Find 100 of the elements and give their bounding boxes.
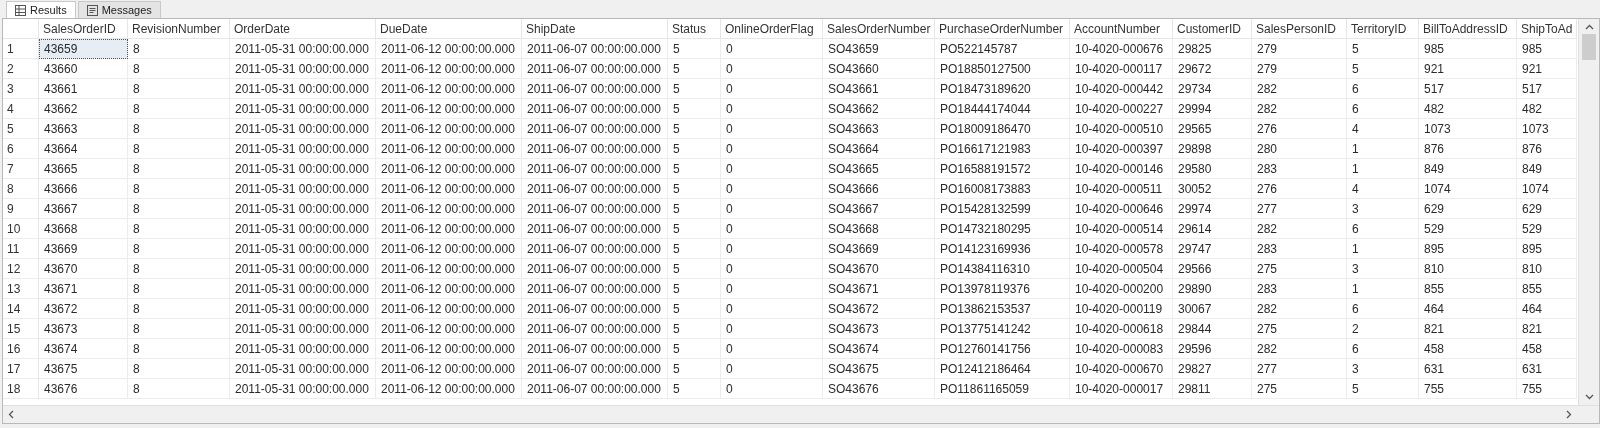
table-cell[interactable]: 10-4020-000618 — [1070, 319, 1173, 339]
table-cell[interactable]: 2011-05-31 00:00:00.000 — [230, 359, 376, 379]
table-cell[interactable]: 6 — [1347, 219, 1419, 239]
table-cell[interactable]: SO43676 — [823, 379, 935, 399]
table-cell[interactable]: 280 — [1252, 139, 1347, 159]
table-cell[interactable]: 10-4020-000117 — [1070, 59, 1173, 79]
table-cell[interactable]: 0 — [721, 239, 823, 259]
table-cell[interactable]: 8 — [128, 239, 230, 259]
table-cell[interactable]: 43664 — [39, 139, 128, 159]
table-cell[interactable]: 1 — [1347, 139, 1419, 159]
table-cell[interactable]: PO18850127500 — [935, 59, 1070, 79]
table-cell[interactable]: PO13978119376 — [935, 279, 1070, 299]
table-cell[interactable]: 10-4020-000017 — [1070, 379, 1173, 399]
table-cell[interactable]: SO43667 — [823, 199, 935, 219]
table-cell[interactable]: 43668 — [39, 219, 128, 239]
table-cell[interactable]: 43669 — [39, 239, 128, 259]
table-cell[interactable]: 6 — [1347, 339, 1419, 359]
table-cell[interactable]: 282 — [1252, 339, 1347, 359]
table-cell[interactable]: 5 — [668, 159, 721, 179]
table-cell[interactable]: 5 — [668, 99, 721, 119]
table-cell[interactable]: SO43675 — [823, 359, 935, 379]
table-cell[interactable]: 2011-06-07 00:00:00.000 — [522, 179, 668, 199]
table-cell[interactable]: 1 — [1347, 239, 1419, 259]
table-cell[interactable]: 2011-06-12 00:00:00.000 — [376, 199, 522, 219]
table-cell[interactable]: PO14384116310 — [935, 259, 1070, 279]
table-cell[interactable]: 2011-05-31 00:00:00.000 — [230, 219, 376, 239]
table-cell[interactable]: SO43665 — [823, 159, 935, 179]
table-cell[interactable]: 2011-05-31 00:00:00.000 — [230, 299, 376, 319]
table-cell[interactable]: 10-4020-000514 — [1070, 219, 1173, 239]
table-cell[interactable]: 5 — [668, 139, 721, 159]
table-cell[interactable]: 855 — [1517, 279, 1577, 299]
table-cell[interactable]: 43659 — [39, 39, 128, 59]
table-cell[interactable]: 283 — [1252, 279, 1347, 299]
table-cell[interactable]: 1074 — [1517, 179, 1577, 199]
table-cell[interactable]: 0 — [721, 219, 823, 239]
table-cell[interactable]: 8 — [128, 79, 230, 99]
table-cell[interactable]: 2011-05-31 00:00:00.000 — [230, 259, 376, 279]
table-cell[interactable]: 895 — [1517, 239, 1577, 259]
table-cell[interactable]: 29974 — [1173, 199, 1252, 219]
table-cell[interactable]: 482 — [1517, 99, 1577, 119]
table-cell[interactable]: 2011-06-12 00:00:00.000 — [376, 119, 522, 139]
table-cell[interactable]: 29614 — [1173, 219, 1252, 239]
table-cell[interactable]: 1073 — [1517, 119, 1577, 139]
table-cell[interactable]: 10-4020-000646 — [1070, 199, 1173, 219]
table-cell[interactable]: 0 — [721, 159, 823, 179]
table-cell[interactable]: 464 — [1517, 299, 1577, 319]
table-cell[interactable]: 275 — [1252, 259, 1347, 279]
table-cell[interactable]: 2011-05-31 00:00:00.000 — [230, 99, 376, 119]
table-cell[interactable]: PO12760141756 — [935, 339, 1070, 359]
table-cell[interactable]: 2011-06-07 00:00:00.000 — [522, 259, 668, 279]
table-cell[interactable]: 517 — [1517, 79, 1577, 99]
table-cell[interactable]: 0 — [721, 59, 823, 79]
table-cell[interactable]: 3 — [1347, 259, 1419, 279]
column-header[interactable]: SalesOrderID — [39, 19, 128, 39]
table-cell[interactable]: 2011-06-12 00:00:00.000 — [376, 379, 522, 399]
table-cell[interactable]: 1073 — [1419, 119, 1517, 139]
table-cell[interactable]: 895 — [1419, 239, 1517, 259]
table-cell[interactable]: 985 — [1517, 39, 1577, 59]
table-cell[interactable]: 276 — [1252, 179, 1347, 199]
table-cell[interactable]: 458 — [1419, 339, 1517, 359]
table-cell[interactable]: 43661 — [39, 79, 128, 99]
table-cell[interactable]: 631 — [1419, 359, 1517, 379]
table-cell[interactable]: 529 — [1419, 219, 1517, 239]
table-cell[interactable]: PO18009186470 — [935, 119, 1070, 139]
table-cell[interactable]: 30067 — [1173, 299, 1252, 319]
table-cell[interactable]: 0 — [721, 79, 823, 99]
table-cell[interactable]: SO43666 — [823, 179, 935, 199]
column-header[interactable]: OnlineOrderFlag — [721, 19, 823, 39]
table-cell[interactable]: 5 — [1347, 59, 1419, 79]
table-cell[interactable]: 43676 — [39, 379, 128, 399]
table-cell[interactable]: 2011-06-12 00:00:00.000 — [376, 59, 522, 79]
table-cell[interactable]: 29811 — [1173, 379, 1252, 399]
table-cell[interactable]: 876 — [1517, 139, 1577, 159]
table-cell[interactable]: 2011-06-07 00:00:00.000 — [522, 359, 668, 379]
table-cell[interactable]: 29890 — [1173, 279, 1252, 299]
table-cell[interactable]: 3 — [1347, 359, 1419, 379]
table-cell[interactable]: 8 — [128, 119, 230, 139]
column-header[interactable]: ShipToAd — [1517, 19, 1577, 39]
table-cell[interactable]: 5 — [668, 299, 721, 319]
column-header[interactable]: RevisionNumber — [128, 19, 230, 39]
table-cell[interactable]: 2011-06-07 00:00:00.000 — [522, 59, 668, 79]
table-cell[interactable]: 282 — [1252, 299, 1347, 319]
table-cell[interactable]: PO14732180295 — [935, 219, 1070, 239]
table-cell[interactable]: 2011-05-31 00:00:00.000 — [230, 39, 376, 59]
table-cell[interactable]: 1 — [1347, 279, 1419, 299]
table-cell[interactable]: 2011-06-12 00:00:00.000 — [376, 99, 522, 119]
table-cell[interactable]: 2011-06-12 00:00:00.000 — [376, 139, 522, 159]
table-cell[interactable]: SO43673 — [823, 319, 935, 339]
table-cell[interactable]: 5 — [668, 119, 721, 139]
table-cell[interactable]: PO18473189620 — [935, 79, 1070, 99]
table-cell[interactable]: 631 — [1517, 359, 1577, 379]
table-cell[interactable]: 8 — [128, 339, 230, 359]
table-cell[interactable]: 8 — [128, 139, 230, 159]
table-cell[interactable]: SO43661 — [823, 79, 935, 99]
table-cell[interactable]: SO43674 — [823, 339, 935, 359]
table-cell[interactable]: 29827 — [1173, 359, 1252, 379]
table-cell[interactable]: 482 — [1419, 99, 1517, 119]
table-cell[interactable]: 283 — [1252, 159, 1347, 179]
table-cell[interactable]: SO43660 — [823, 59, 935, 79]
table-cell[interactable]: 821 — [1419, 319, 1517, 339]
